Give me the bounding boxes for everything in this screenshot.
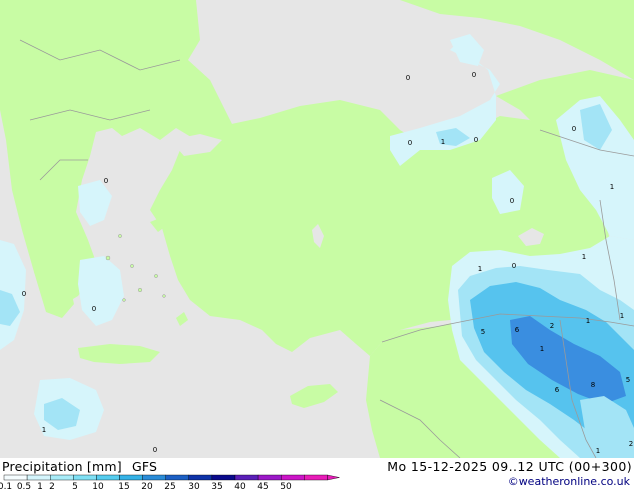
legend-tick-label: 45 bbox=[257, 482, 268, 490]
legend-tick-label: 1 bbox=[37, 482, 43, 490]
point-value: 1 bbox=[582, 253, 586, 261]
point-value: 0 bbox=[474, 136, 478, 144]
point-value: 1 bbox=[586, 317, 590, 325]
legend-tick-label: 2 bbox=[49, 482, 55, 490]
legend-swatch bbox=[96, 474, 120, 481]
precipitation-legend: 0.1 0.5 1 2 5 10 15 20 25 30 35 40 45 50 bbox=[0, 474, 340, 490]
legend-tick-label: 35 bbox=[211, 482, 222, 490]
legend-swatch bbox=[281, 474, 305, 481]
legend-swatch bbox=[50, 474, 74, 481]
legend-swatch bbox=[3, 474, 28, 481]
point-value: 5 bbox=[481, 328, 485, 336]
point-value: 5 bbox=[626, 376, 630, 384]
point-value: 1 bbox=[620, 312, 624, 320]
point-value: 0 bbox=[472, 71, 476, 79]
point-value: 0 bbox=[104, 177, 108, 185]
point-value: 2 bbox=[550, 322, 554, 330]
point-value: 0 bbox=[406, 74, 410, 82]
legend-tick-label: 30 bbox=[188, 482, 200, 490]
model-label: GFS bbox=[132, 459, 158, 474]
legend-swatch bbox=[119, 474, 143, 481]
precipitation-map: 0 0 0 1 0 0 0 1 0 0 1 0 0 1 1 1 5 6 2 1 … bbox=[0, 0, 634, 458]
point-value: 0 bbox=[510, 197, 514, 205]
legend-swatch bbox=[234, 474, 259, 481]
legend-swatch bbox=[211, 474, 236, 481]
point-value: 0 bbox=[408, 139, 412, 147]
point-value: 0 bbox=[22, 290, 26, 298]
legend-swatch bbox=[26, 474, 51, 481]
legend-swatch bbox=[142, 474, 166, 481]
legend-swatch bbox=[165, 474, 189, 481]
legend-tick-label: 50 bbox=[280, 482, 292, 490]
point-value: 1 bbox=[441, 138, 445, 146]
legend-swatch bbox=[257, 474, 282, 481]
legend-tick-label: 15 bbox=[118, 482, 129, 490]
point-value: 0 bbox=[512, 262, 516, 270]
legend-tick-label: 5 bbox=[72, 482, 78, 490]
point-value: 8 bbox=[591, 381, 595, 389]
point-value: 1 bbox=[596, 447, 600, 455]
legend-swatch bbox=[304, 474, 328, 481]
legend-tick-label: 40 bbox=[234, 482, 246, 490]
point-value: 1 bbox=[610, 183, 614, 191]
point-value: 6 bbox=[555, 386, 560, 394]
point-value: 1 bbox=[42, 426, 46, 434]
point-value: 6 bbox=[515, 326, 520, 334]
legend-swatch bbox=[188, 474, 213, 481]
point-value: 0 bbox=[153, 446, 157, 454]
legend-tick-label: 25 bbox=[164, 482, 175, 490]
legend-tick-label: 0.1 bbox=[0, 482, 12, 490]
point-value: 1 bbox=[540, 345, 544, 353]
valid-time: Mo 15-12-2025 09..12 UTC (00+300) bbox=[387, 459, 632, 474]
map-title: Precipitation [mm] GFS bbox=[2, 459, 157, 474]
point-value: 0 bbox=[572, 125, 576, 133]
legend-tick-label: 20 bbox=[141, 482, 153, 490]
point-value: 1 bbox=[478, 265, 482, 273]
legend-tick-label: 0.5 bbox=[17, 482, 31, 490]
legend-swatch bbox=[73, 474, 97, 481]
point-value: 2 bbox=[629, 440, 633, 448]
point-value: 0 bbox=[92, 305, 96, 313]
legend-tick-label: 10 bbox=[92, 482, 104, 490]
variable-label: Precipitation [mm] bbox=[2, 459, 122, 474]
credit-link[interactable]: ©weatheronline.co.uk bbox=[508, 475, 630, 488]
